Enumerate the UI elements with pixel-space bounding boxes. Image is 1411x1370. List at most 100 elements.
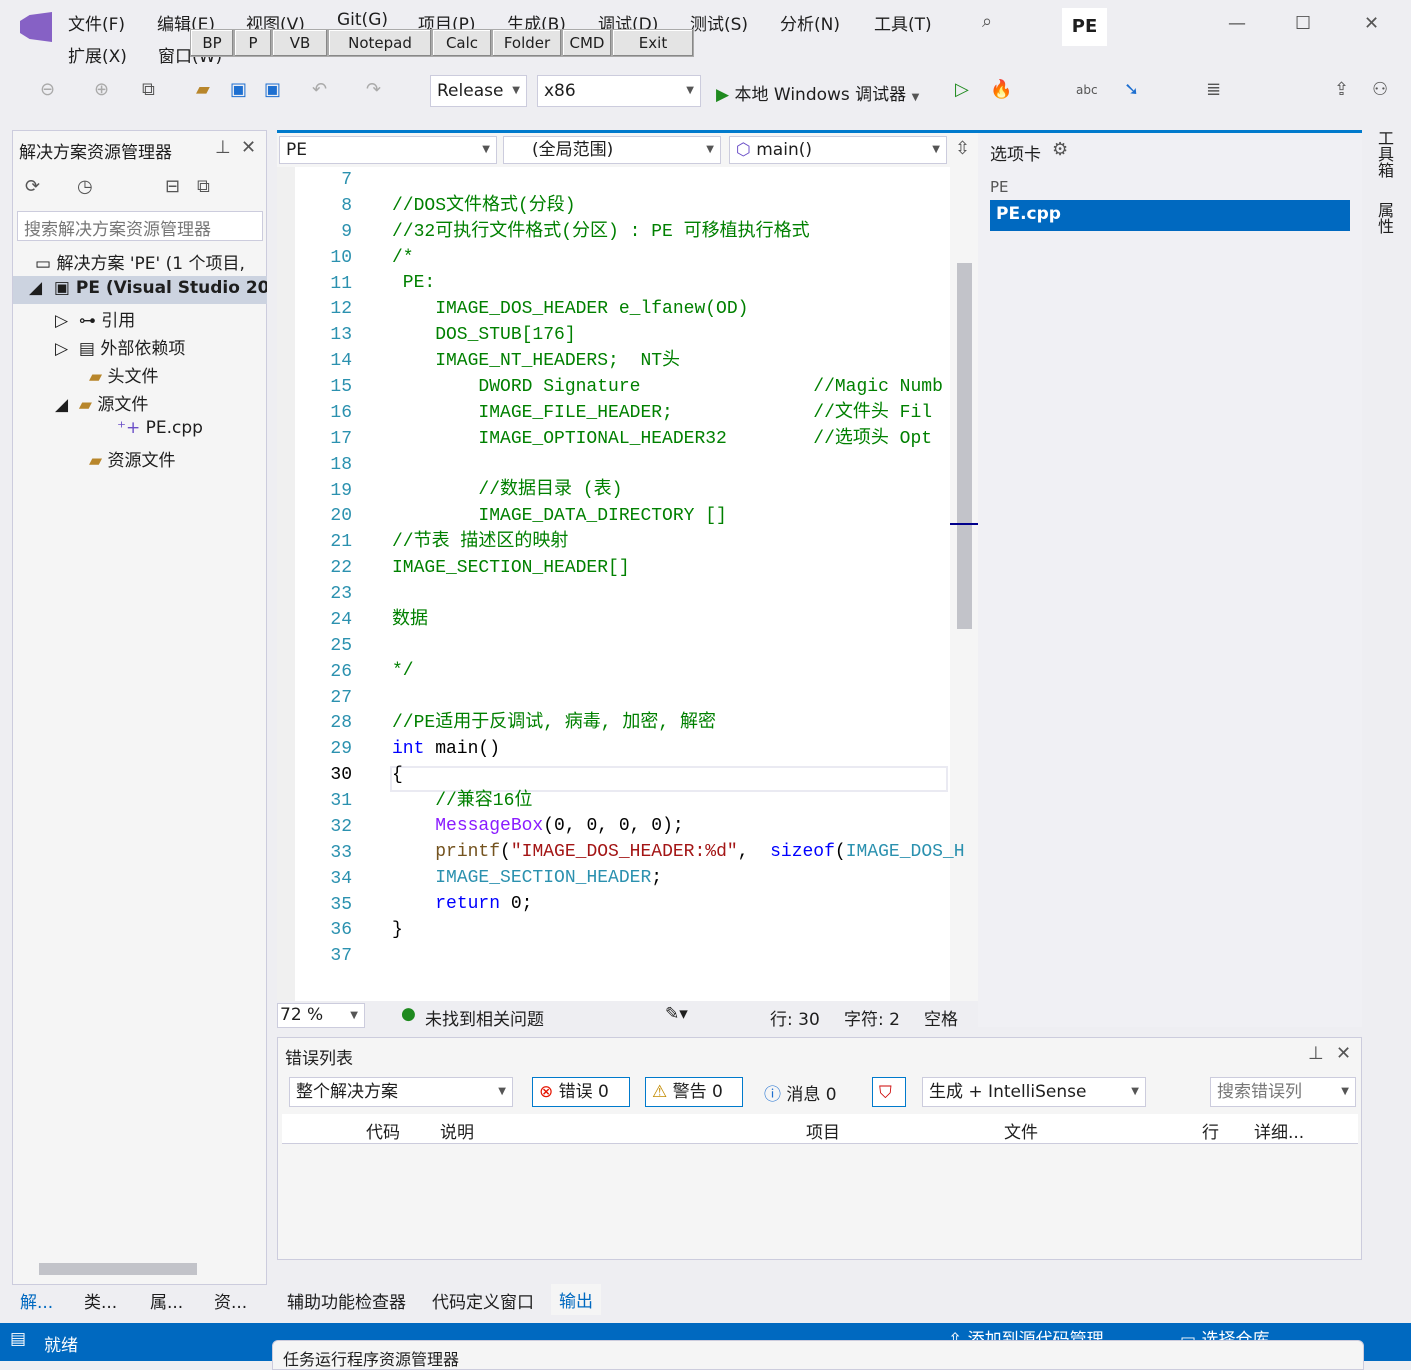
pin-icon[interactable]: ⊥ xyxy=(1308,1044,1324,1064)
char-indicator[interactable]: 字符: 2 xyxy=(844,1005,900,1030)
menu-analyze[interactable]: 分析(N) xyxy=(780,10,840,35)
horizontal-scrollbar[interactable] xyxy=(39,1263,197,1275)
scope-combo[interactable]: (全局范围) ▼ xyxy=(503,136,721,164)
side-tab-properties[interactable]: 属性 xyxy=(1372,202,1396,234)
bottom-tab-output[interactable]: 输出 xyxy=(551,1284,601,1315)
scope-combo[interactable]: 整个解决方案 ▼ xyxy=(289,1077,513,1107)
menu-file[interactable]: 文件(F) xyxy=(68,10,125,35)
line-number: 12 xyxy=(330,299,352,320)
cleanup-icon[interactable]: ✎▾ xyxy=(665,1004,688,1024)
save-icon[interactable]: ▣ xyxy=(230,80,247,100)
save-all-icon[interactable]: ▣ xyxy=(264,80,281,100)
overlay-button-bp[interactable]: BP xyxy=(190,29,234,57)
bottom-tab-code-definition[interactable]: 代码定义窗口 xyxy=(432,1288,534,1313)
overlay-button-notepad[interactable]: Notepad xyxy=(328,29,432,57)
tree-item-external-deps[interactable]: ▷ ▤ 外部依赖项 xyxy=(55,334,185,359)
gear-icon[interactable]: ⚙ xyxy=(1052,140,1068,160)
tree-item-resource-files[interactable]: ▰ 资源文件 xyxy=(89,446,175,471)
code-line: //兼容16位 xyxy=(392,789,965,815)
solution-search-input[interactable]: 搜索解决方案资源管理器 xyxy=(17,211,263,241)
tree-label: 头文件 xyxy=(107,367,159,387)
redo-icon[interactable]: ↷ xyxy=(366,80,381,100)
file-combo[interactable]: PE ▼ xyxy=(279,136,497,164)
minimize-button[interactable]: — xyxy=(1228,14,1246,34)
column-details[interactable]: 详细... xyxy=(1254,1118,1304,1143)
overlay-button-calc[interactable]: Calc xyxy=(432,29,492,57)
share-icon[interactable]: ⇪ xyxy=(1334,80,1349,100)
overlay-button-cmd[interactable]: CMD xyxy=(562,29,612,57)
filter-icon[interactable]: ⛉ xyxy=(872,1077,906,1107)
feedback-icon[interactable]: ⚇ xyxy=(1372,80,1388,100)
line-indicator[interactable]: 行: 30 xyxy=(770,1005,820,1030)
sync-icon[interactable]: ⟳ xyxy=(25,177,40,197)
cursor-icon[interactable]: ➘ xyxy=(1124,80,1139,100)
bottom-tab-resource[interactable]: 资... xyxy=(214,1288,247,1313)
overlay-button-folder[interactable]: Folder xyxy=(492,29,562,57)
open-folder-icon[interactable]: ▰ xyxy=(196,80,210,100)
tree-item-header-files[interactable]: ▰ 头文件 xyxy=(89,362,158,387)
pin-icon[interactable]: ⊥ xyxy=(215,138,231,158)
tab-item-pe-cpp[interactable]: PE.cpp xyxy=(990,200,1350,231)
menu-extensions[interactable]: 扩展(X) xyxy=(68,42,127,67)
output-icon[interactable]: ▤ xyxy=(10,1329,26,1349)
messages-filter-button[interactable]: ⓘ 消息 0 xyxy=(764,1080,837,1105)
errors-filter-button[interactable]: ⊗ 错误 0 xyxy=(532,1077,630,1107)
close-icon[interactable]: ✕ xyxy=(241,138,256,158)
indent-icon[interactable]: ≣ xyxy=(1206,80,1221,100)
hot-reload-icon[interactable]: 🔥 xyxy=(990,80,1012,100)
new-project-icon[interactable]: ⧉ xyxy=(142,80,155,100)
start-without-debugging-icon[interactable]: ▷ xyxy=(955,80,969,100)
menu-tools[interactable]: 工具(T) xyxy=(874,10,932,35)
column-project[interactable]: 项目 xyxy=(806,1118,840,1143)
zoom-combo[interactable]: 72 % ▼ xyxy=(277,1003,365,1028)
undo-icon[interactable]: ↶ xyxy=(312,80,327,100)
overlay-button-exit[interactable]: Exit xyxy=(612,29,694,57)
maximize-button[interactable]: ☐ xyxy=(1295,14,1311,34)
bottom-tab-accessibility[interactable]: 辅助功能检查器 xyxy=(287,1288,406,1313)
tree-item-solution[interactable]: ▭ 解决方案 'PE' (1 个项目, xyxy=(35,249,245,274)
overlay-button-p[interactable]: P xyxy=(234,29,272,57)
line-number: 11 xyxy=(330,273,352,294)
tree-label: 资源文件 xyxy=(107,451,176,471)
error-search-input[interactable]: 搜索错误列 ▼ xyxy=(1210,1077,1356,1107)
search-icon[interactable]: ⌕ xyxy=(982,12,992,32)
menu-git[interactable]: Git(G) xyxy=(337,10,388,30)
forward-icon[interactable]: ⊕ xyxy=(94,80,109,100)
column-file[interactable]: 文件 xyxy=(1004,1118,1038,1143)
code-token: return xyxy=(435,894,501,915)
source-combo[interactable]: 生成 + IntelliSense ▼ xyxy=(922,1077,1146,1107)
menu-test[interactable]: 测试(S) xyxy=(690,10,748,35)
whitespace-indicator[interactable]: 空格 xyxy=(924,1005,958,1030)
column-line[interactable]: 行 xyxy=(1202,1118,1219,1143)
platform-combo[interactable]: x86 ▼ xyxy=(537,75,701,107)
history-icon[interactable]: ◷ xyxy=(77,177,93,197)
properties-icon[interactable]: ⧉ xyxy=(197,177,210,197)
side-tab-toolbox[interactable]: 工具箱 xyxy=(1372,130,1396,178)
tree-item-pe-cpp[interactable]: ⁺+ PE.cpp xyxy=(117,418,203,438)
code-text[interactable]: //DOS文件格式(分段) //32可执行文件格式(分区) : PE 可移植执行格… xyxy=(392,168,965,970)
search-placeholder: 搜索错误列 xyxy=(1217,1082,1302,1102)
config-combo[interactable]: Release ▼ xyxy=(430,75,527,107)
start-debugging-button[interactable]: ▶ 本地 Windows 调试器 ▼ xyxy=(716,80,919,105)
function-combo[interactable]: ⬡ main() ▼ xyxy=(729,136,947,164)
column-description[interactable]: 说明 xyxy=(440,1118,474,1143)
tree-item-project[interactable]: ◢ ▣ PE (Visual Studio 20 xyxy=(13,276,267,304)
spell-check-icon[interactable]: abc xyxy=(1076,80,1098,100)
back-icon[interactable]: ⊖ xyxy=(40,80,55,100)
warnings-filter-button[interactable]: ⚠ 警告 0 xyxy=(645,1077,743,1107)
collapse-icon[interactable]: ⊟ xyxy=(165,177,180,197)
issues-status[interactable]: 未找到相关问题 xyxy=(425,1005,544,1030)
overlay-button-vb[interactable]: VB xyxy=(272,29,328,57)
line-number: 20 xyxy=(330,506,352,527)
column-code[interactable]: 代码 xyxy=(366,1118,400,1143)
bottom-tab-solution[interactable]: 解... xyxy=(20,1288,53,1313)
tree-item-references[interactable]: ▷ ⊶ 引用 xyxy=(55,306,135,331)
bottom-tab-class[interactable]: 类... xyxy=(84,1288,117,1313)
bottom-tab-property[interactable]: 属... xyxy=(150,1288,183,1313)
function-value: main() xyxy=(756,140,812,160)
split-icon[interactable]: ⇳ xyxy=(955,139,970,159)
close-icon[interactable]: ✕ xyxy=(1336,1044,1351,1064)
tree-item-source-files[interactable]: ◢ ▰ 源文件 xyxy=(55,390,148,415)
close-button[interactable]: ✕ xyxy=(1364,14,1379,34)
